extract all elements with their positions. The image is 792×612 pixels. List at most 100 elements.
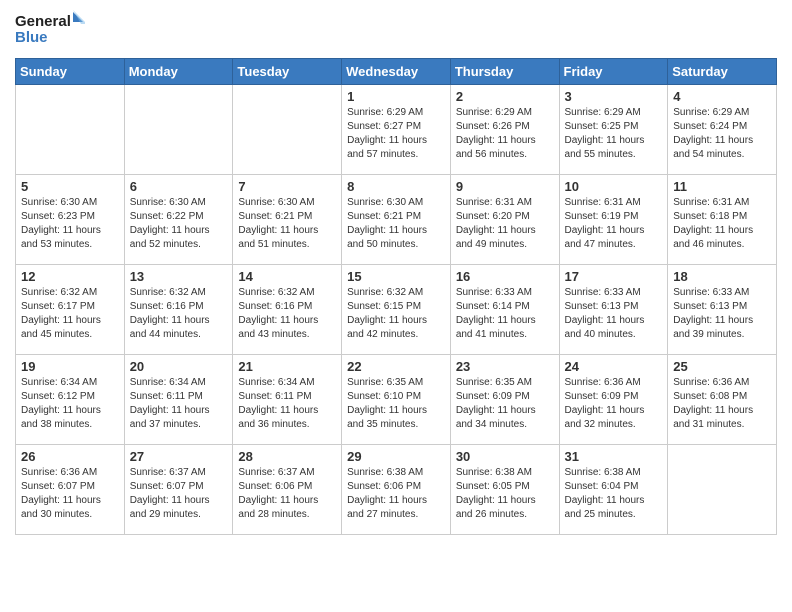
day-number: 20 [130, 359, 228, 374]
week-row-5: 26 Sunrise: 6:36 AM Sunset: 6:07 PM Dayli… [16, 445, 777, 535]
day-number: 11 [673, 179, 771, 194]
calendar-cell: 25 Sunrise: 6:36 AM Sunset: 6:08 PM Dayli… [668, 355, 777, 445]
day-number: 30 [456, 449, 554, 464]
day-info: Sunrise: 6:36 AM Sunset: 6:09 PM Dayligh… [565, 376, 663, 432]
day-number: 15 [347, 269, 445, 284]
header-sunday: Sunday [16, 59, 125, 85]
week-row-3: 12 Sunrise: 6:32 AM Sunset: 6:17 PM Dayli… [16, 265, 777, 355]
calendar-cell: 23 Sunrise: 6:35 AM Sunset: 6:09 PM Dayli… [450, 355, 559, 445]
calendar-cell: 20 Sunrise: 6:34 AM Sunset: 6:11 PM Dayli… [124, 355, 233, 445]
day-info: Sunrise: 6:36 AM Sunset: 6:08 PM Dayligh… [673, 376, 771, 432]
day-info: Sunrise: 6:34 AM Sunset: 6:11 PM Dayligh… [238, 376, 336, 432]
calendar-cell [233, 85, 342, 175]
calendar-cell: 21Sunrise: 6:34 AM Sunset: 6:11 PM Dayli… [233, 355, 342, 445]
day-number: 13 [130, 269, 228, 284]
day-info: Sunrise: 6:31 AM Sunset: 6:20 PM Dayligh… [456, 196, 554, 252]
calendar-cell: 17Sunrise: 6:33 AM Sunset: 6:13 PM Dayli… [559, 265, 668, 355]
calendar-cell: 22 Sunrise: 6:35 AM Sunset: 6:10 PM Dayli… [342, 355, 451, 445]
calendar-cell [124, 85, 233, 175]
day-info: Sunrise: 6:32 AM Sunset: 6:16 PM Dayligh… [130, 286, 228, 342]
calendar-table: SundayMondayTuesdayWednesdayThursdayFrid… [15, 58, 777, 535]
day-info: Sunrise: 6:37 AM Sunset: 6:06 PM Dayligh… [238, 466, 336, 522]
calendar-cell: 31 Sunrise: 6:38 AM Sunset: 6:04 PM Dayli… [559, 445, 668, 535]
day-info: Sunrise: 6:37 AM Sunset: 6:07 PM Dayligh… [130, 466, 228, 522]
day-info: Sunrise: 6:34 AM Sunset: 6:12 PM Dayligh… [21, 376, 119, 432]
day-number: 14 [238, 269, 336, 284]
day-info: Sunrise: 6:30 AM Sunset: 6:21 PM Dayligh… [347, 196, 445, 252]
day-number: 25 [673, 359, 771, 374]
day-info: Sunrise: 6:31 AM Sunset: 6:18 PM Dayligh… [673, 196, 771, 252]
day-info: Sunrise: 6:32 AM Sunset: 6:16 PM Dayligh… [238, 286, 336, 342]
week-row-2: 5 Sunrise: 6:30 AM Sunset: 6:23 PM Daylig… [16, 175, 777, 265]
week-row-4: 19 Sunrise: 6:34 AM Sunset: 6:12 PM Dayli… [16, 355, 777, 445]
calendar-cell: 14 Sunrise: 6:32 AM Sunset: 6:16 PM Dayli… [233, 265, 342, 355]
day-info: Sunrise: 6:38 AM Sunset: 6:05 PM Dayligh… [456, 466, 554, 522]
calendar-cell: 19 Sunrise: 6:34 AM Sunset: 6:12 PM Dayli… [16, 355, 125, 445]
calendar-cell: 24 Sunrise: 6:36 AM Sunset: 6:09 PM Dayli… [559, 355, 668, 445]
day-info: Sunrise: 6:29 AM Sunset: 6:24 PM Dayligh… [673, 106, 771, 162]
day-info: Sunrise: 6:33 AM Sunset: 6:14 PM Dayligh… [456, 286, 554, 342]
day-number: 27 [130, 449, 228, 464]
day-number: 5 [21, 179, 119, 194]
svg-text:General: General [15, 13, 71, 30]
header-tuesday: Tuesday [233, 59, 342, 85]
header-monday: Monday [124, 59, 233, 85]
day-info: Sunrise: 6:32 AM Sunset: 6:17 PM Dayligh… [21, 286, 119, 342]
day-number: 31 [565, 449, 663, 464]
day-info: Sunrise: 6:36 AM Sunset: 6:07 PM Dayligh… [21, 466, 119, 522]
day-number: 8 [347, 179, 445, 194]
day-info: Sunrise: 6:29 AM Sunset: 6:25 PM Dayligh… [565, 106, 663, 162]
calendar-cell [16, 85, 125, 175]
header-friday: Friday [559, 59, 668, 85]
day-number: 19 [21, 359, 119, 374]
calendar-cell: 12 Sunrise: 6:32 AM Sunset: 6:17 PM Dayli… [16, 265, 125, 355]
calendar-cell: 5 Sunrise: 6:30 AM Sunset: 6:23 PM Daylig… [16, 175, 125, 265]
calendar-cell: 11 Sunrise: 6:31 AM Sunset: 6:18 PM Dayli… [668, 175, 777, 265]
calendar-cell [668, 445, 777, 535]
day-number: 2 [456, 89, 554, 104]
logo: General Blue [15, 10, 85, 50]
day-number: 23 [456, 359, 554, 374]
page-container: General Blue SundayMondayTuesdayWednesda… [0, 0, 792, 545]
week-row-1: 1Sunrise: 6:29 AM Sunset: 6:27 PM Daylig… [16, 85, 777, 175]
svg-text:Blue: Blue [15, 29, 48, 46]
calendar-cell: 9 Sunrise: 6:31 AM Sunset: 6:20 PM Daylig… [450, 175, 559, 265]
calendar-cell: 16Sunrise: 6:33 AM Sunset: 6:14 PM Dayli… [450, 265, 559, 355]
day-info: Sunrise: 6:29 AM Sunset: 6:26 PM Dayligh… [456, 106, 554, 162]
day-number: 28 [238, 449, 336, 464]
day-number: 29 [347, 449, 445, 464]
calendar-cell: 13 Sunrise: 6:32 AM Sunset: 6:16 PM Dayli… [124, 265, 233, 355]
day-info: Sunrise: 6:31 AM Sunset: 6:19 PM Dayligh… [565, 196, 663, 252]
page-header: General Blue [15, 10, 777, 50]
day-number: 4 [673, 89, 771, 104]
calendar-cell: 28 Sunrise: 6:37 AM Sunset: 6:06 PM Dayli… [233, 445, 342, 535]
day-number: 22 [347, 359, 445, 374]
calendar-cell: 4 Sunrise: 6:29 AM Sunset: 6:24 PM Daylig… [668, 85, 777, 175]
day-info: Sunrise: 6:30 AM Sunset: 6:22 PM Dayligh… [130, 196, 228, 252]
calendar-cell: 26 Sunrise: 6:36 AM Sunset: 6:07 PM Dayli… [16, 445, 125, 535]
calendar-cell: 18Sunrise: 6:33 AM Sunset: 6:13 PM Dayli… [668, 265, 777, 355]
day-number: 24 [565, 359, 663, 374]
day-info: Sunrise: 6:35 AM Sunset: 6:09 PM Dayligh… [456, 376, 554, 432]
day-info: Sunrise: 6:34 AM Sunset: 6:11 PM Dayligh… [130, 376, 228, 432]
day-number: 3 [565, 89, 663, 104]
header-saturday: Saturday [668, 59, 777, 85]
day-number: 9 [456, 179, 554, 194]
day-info: Sunrise: 6:30 AM Sunset: 6:21 PM Dayligh… [238, 196, 336, 252]
day-number: 7 [238, 179, 336, 194]
calendar-cell: 7 Sunrise: 6:30 AM Sunset: 6:21 PM Daylig… [233, 175, 342, 265]
day-info: Sunrise: 6:30 AM Sunset: 6:23 PM Dayligh… [21, 196, 119, 252]
day-info: Sunrise: 6:38 AM Sunset: 6:06 PM Dayligh… [347, 466, 445, 522]
header-wednesday: Wednesday [342, 59, 451, 85]
day-number: 26 [21, 449, 119, 464]
day-info: Sunrise: 6:35 AM Sunset: 6:10 PM Dayligh… [347, 376, 445, 432]
day-number: 17 [565, 269, 663, 284]
calendar-cell: 29 Sunrise: 6:38 AM Sunset: 6:06 PM Dayli… [342, 445, 451, 535]
day-number: 6 [130, 179, 228, 194]
day-info: Sunrise: 6:33 AM Sunset: 6:13 PM Dayligh… [673, 286, 771, 342]
day-number: 10 [565, 179, 663, 194]
day-info: Sunrise: 6:29 AM Sunset: 6:27 PM Dayligh… [347, 106, 445, 162]
day-info: Sunrise: 6:32 AM Sunset: 6:15 PM Dayligh… [347, 286, 445, 342]
day-info: Sunrise: 6:38 AM Sunset: 6:04 PM Dayligh… [565, 466, 663, 522]
day-number: 12 [21, 269, 119, 284]
